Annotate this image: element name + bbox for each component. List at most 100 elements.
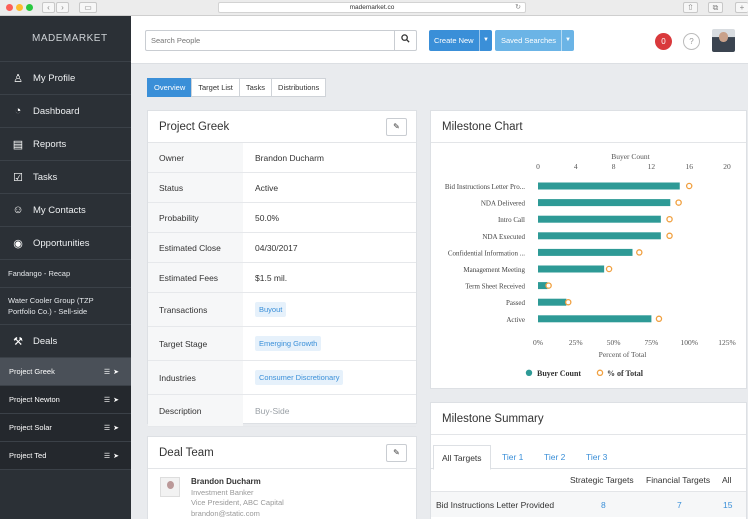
opportunity-label: Fandango - Recap [8,269,71,278]
tab-tier-2[interactable]: Tier 2 [544,445,565,469]
tag-chip[interactable]: Consumer Discretionary [255,370,344,385]
sidebar-item-dashboard[interactable]: ◔ Dashboard [0,95,131,128]
opportunity-item[interactable]: Water Cooler Group (TZP Portfolio Co.) -… [0,288,131,325]
caret-down-icon[interactable]: ▼ [561,30,574,51]
help-icon[interactable]: ? [683,33,700,50]
row-strategic-count[interactable]: 8 [601,500,606,510]
sidebar-item-reports[interactable]: ▤ Reports [0,128,131,161]
bar [538,199,671,207]
tab-tasks[interactable]: Tasks [238,78,273,97]
saved-searches-label: Saved Searches [501,36,557,45]
bottom-axis-tick: 25% [569,338,583,347]
tab-target-list[interactable]: Target List [191,78,240,97]
row-financial-count[interactable]: 7 [677,500,682,510]
sidebar-toggle-icon[interactable]: ▭ [79,2,97,13]
tabs-overview-icon[interactable]: ⧉ [708,2,723,13]
sidebar-item-label: Opportunities [33,237,90,249]
tab-tier-1[interactable]: Tier 1 [502,445,523,469]
row-all-count[interactable]: 15 [723,500,732,510]
deal-actions[interactable]: ☰➤ [104,396,122,404]
detail-row: Estimated Fees $1.5 mil. [148,263,416,293]
pencil-icon: ✎ [393,448,400,457]
tab-distributions[interactable]: Distributions [271,78,327,97]
category-label: Bid Instructions Letter Pro... [445,183,525,191]
caret-down-icon[interactable]: ▼ [479,30,492,51]
deal-item-project-newton[interactable]: Project Newton ☰➤ [0,386,131,414]
category-label: Term Sheet Received [465,283,525,291]
sidebar-item-opportunities[interactable]: ◉ Opportunities [0,227,131,260]
deal-actions[interactable]: ☰➤ [104,424,122,432]
category-label: NDA Delivered [481,200,526,208]
bottom-axis-tick: 125% [718,338,736,347]
deal-item-project-ted[interactable]: Project Ted ☰➤ [0,442,131,470]
bottom-axis-title: Percent of Total [599,350,647,359]
detail-label: Probability [148,203,243,232]
opportunity-item[interactable]: Fandango - Recap [0,260,131,288]
edit-deal-team-button[interactable]: ✎ [386,444,407,462]
milestone-chart: Buyer Count 0 4 8 12 16 20 0% 25% 50% 75% 100% 125% P… [445,152,736,378]
search-box [145,30,417,51]
search-input[interactable] [146,31,392,50]
bottom-axis-tick: 100% [680,338,698,347]
tag-chip[interactable]: Buyout [255,302,287,317]
percent-point [685,182,693,190]
tab-all-targets[interactable]: All Targets [433,445,491,470]
search-icon[interactable] [394,31,416,50]
create-new-label: Create New [434,36,474,45]
bar [538,248,633,256]
project-details: Owner Brandon Ducharm Status Active Probabil… [148,143,416,427]
member-name[interactable]: Brandon Ducharm [191,477,351,488]
percent-point [675,199,682,206]
checkbox-icon: ☑ [13,171,23,184]
minimize-window-dot[interactable] [16,4,23,11]
sidebar-item-deals[interactable]: ⚒ Deals [0,325,131,358]
sidebar-item-my-profile[interactable]: ♙ My Profile [0,62,131,95]
share-icon[interactable]: ⇧ [683,2,698,13]
new-tab-icon[interactable]: + [735,2,748,13]
sidebar-item-label: Reports [33,138,67,150]
sidebar-item-my-contacts[interactable]: ☺ My Contacts [0,194,131,227]
forward-icon[interactable]: › [56,2,69,13]
milestone-chart-title: Milestone Chart [431,111,746,143]
milestone-summary-panel: Milestone Summary All Targets Tier 1 Tie… [430,402,747,519]
brand-logo[interactable]: MADEMARKET [0,16,131,62]
detail-row: Description Buy-Side [148,395,416,427]
category-label: Active [506,316,525,324]
create-new-button[interactable]: Create New ▼ [429,30,492,51]
project-title: Project Greek [148,111,416,143]
detail-row: Target Stage Emerging Growth [148,327,416,361]
zoom-window-dot[interactable] [26,4,33,11]
bar [538,298,567,306]
detail-label: Estimated Fees [148,263,243,292]
percent-point [605,265,613,273]
saved-searches-button[interactable]: Saved Searches ▼ [495,30,574,51]
deal-label: Project Solar [9,423,52,432]
tab-overview[interactable]: Overview [147,78,193,97]
detail-value: Brandon Ducharm [255,152,324,163]
back-icon[interactable]: ‹ [42,2,55,13]
member-email[interactable]: brandon@static.com [191,509,351,519]
detail-value: 04/30/2017 [255,242,298,253]
deal-actions[interactable]: ☰➤ [104,452,122,460]
user-icon: ♙ [13,72,23,85]
deal-team-panel: Deal Team ✎ Brandon Ducharm Investment B… [147,436,417,519]
tab-tier-3[interactable]: Tier 3 [586,445,607,469]
detail-label: Owner [148,143,243,172]
detail-value: Emerging Growth [243,336,322,351]
deal-item-project-solar[interactable]: Project Solar ☰➤ [0,414,131,442]
detail-value: $1.5 mil. [255,272,288,283]
project-panel: Project Greek ✎ Owner Brandon Ducharm Stat… [147,110,417,427]
detail-row: Transactions Buyout [148,293,416,327]
edit-project-button[interactable]: ✎ [386,118,407,136]
reload-icon[interactable]: ↻ [515,3,521,13]
sidebar-item-tasks[interactable]: ☑ Tasks [0,161,131,194]
deal-actions[interactable]: ☰➤ [104,368,122,376]
notification-badge[interactable]: 0 [655,33,672,50]
address-bar[interactable]: mademarket.co ↻ [218,2,526,13]
detail-label: Target Stage [148,327,243,360]
deal-item-project-greek[interactable]: Project Greek ☰➤ [0,358,131,386]
tag-chip[interactable]: Emerging Growth [255,336,322,351]
close-window-dot[interactable] [6,4,13,11]
category-label: Management Meeting [463,266,525,274]
avatar[interactable] [712,29,735,52]
